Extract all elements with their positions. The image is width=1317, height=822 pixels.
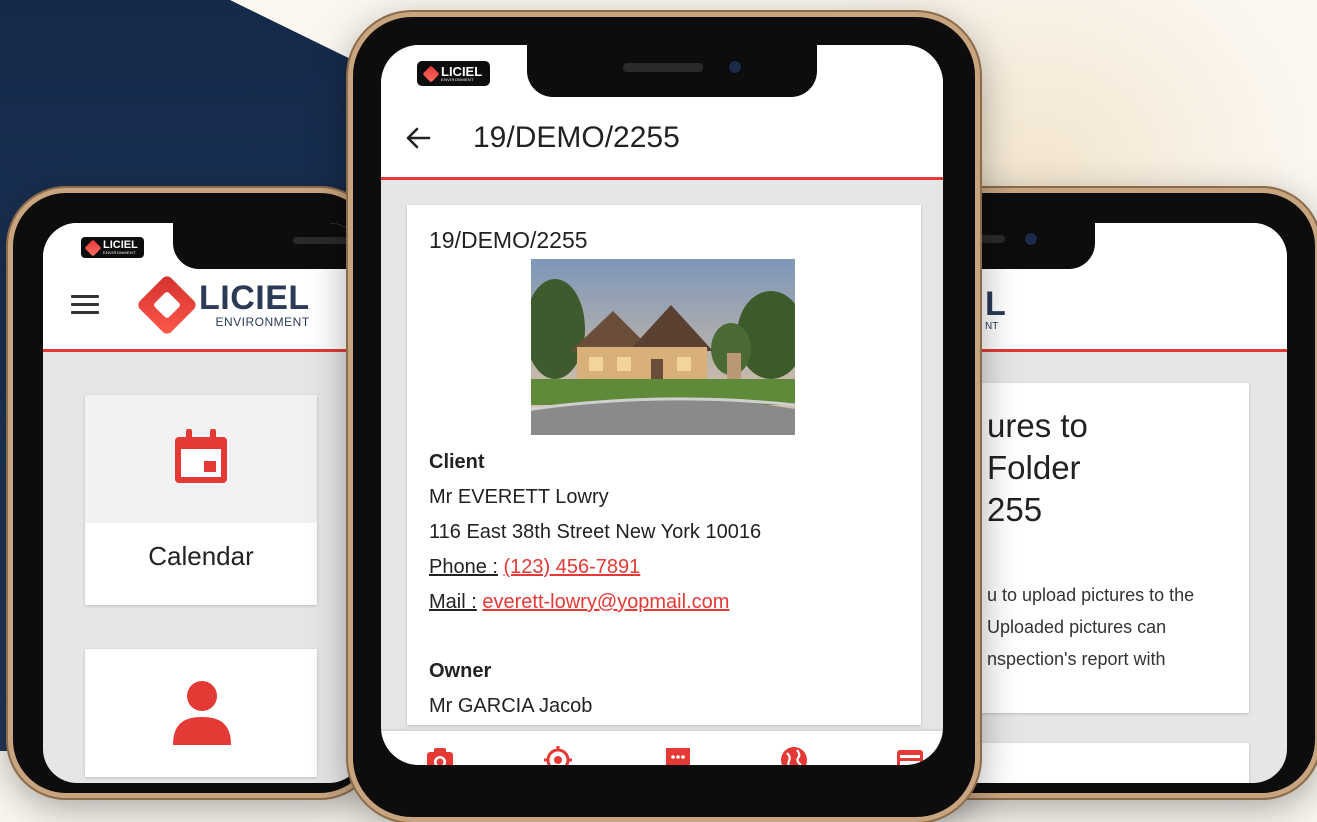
upload-heading-line-1: ures to	[987, 407, 1088, 444]
center-camera	[727, 59, 743, 75]
globe-icon[interactable]	[779, 745, 809, 765]
center-mini-logo-gem	[422, 65, 440, 82]
phone-label: Phone :	[429, 556, 498, 578]
client-heading: Client	[429, 451, 485, 473]
camera-icon[interactable]	[425, 745, 455, 765]
person-tile-top	[85, 649, 317, 777]
upload-heading-line-3: 255	[987, 491, 1043, 528]
upload-description: u to upload pictures to the Uploaded pic…	[987, 579, 1237, 675]
center-screen: LICIEL ENVIRONMENT 19/DEMO/2255 19/DEMO/…	[381, 45, 943, 765]
phone-link[interactable]: (123) 456-7891	[504, 556, 641, 578]
upload-heading: ures to Folder 255	[987, 405, 1088, 531]
liciel-logo-sub: ENVIRONMENT	[215, 315, 310, 329]
right-camera	[1023, 231, 1039, 247]
app-title: 19/DEMO/2255	[473, 121, 680, 154]
calendar-tile-top	[85, 395, 317, 523]
calendar-icon	[175, 429, 227, 483]
owner-name: Mr GARCIA Jacob	[429, 695, 593, 717]
center-mini-logo: LICIEL ENVIRONMENT	[417, 61, 491, 86]
left-top-bar: LICIEL ENVIRONMENT	[43, 269, 363, 352]
center-app-bar: 19/DEMO/2255	[381, 97, 943, 180]
client-name: Mr EVERETT Lowry	[429, 486, 609, 508]
chat-icon[interactable]	[663, 745, 693, 765]
left-screen: LICIEL ENVIRONMENT LICIEL ENVIRONMENT Ca…	[43, 223, 363, 783]
card-icon[interactable]	[895, 745, 925, 765]
upload-info-card: ures to Folder 255 u to upload pictures …	[973, 383, 1249, 713]
liciel-logo: LICIEL ENVIRONMENT	[135, 273, 310, 337]
owner-heading: Owner	[429, 660, 492, 682]
center-speaker	[623, 63, 703, 72]
next-card	[973, 743, 1249, 783]
liciel-logo-word: LICIEL	[199, 279, 310, 317]
calendar-tile-label: Calendar	[148, 541, 254, 571]
folder-card: 19/DEMO/2255 Client Mr EVERETT Lowry 116…	[407, 205, 921, 725]
calendar-tile[interactable]: Calendar	[85, 395, 317, 605]
left-notch	[173, 223, 363, 269]
back-arrow-icon[interactable]	[403, 123, 433, 159]
person-icon	[173, 681, 231, 745]
phone-center: LICIEL ENVIRONMENT 19/DEMO/2255 19/DEMO/…	[348, 12, 980, 822]
mini-logo-sub: ENVIRONMENT	[103, 250, 136, 255]
upload-description-line-3: nspection's report with	[987, 649, 1166, 669]
left-mini-logo: LICIEL ENVIRONMENT	[81, 237, 144, 258]
client-info: Client Mr EVERETT Lowry 116 East 38th St…	[429, 445, 909, 724]
phone-left: LICIEL ENVIRONMENT LICIEL ENVIRONMENT Ca…	[8, 188, 378, 798]
person-tile[interactable]	[85, 649, 317, 777]
mail-link[interactable]: everett-lowry@yopmail.com	[482, 591, 729, 613]
bottom-navigation	[381, 731, 943, 765]
liciel-logo-gem	[135, 273, 199, 337]
right-logo-sub-fragment: NT	[985, 321, 999, 332]
client-phone-row: Phone : (123) 456-7891	[429, 550, 909, 585]
client-address: 116 East 38th Street New York 10016	[429, 521, 762, 543]
house-photo	[531, 259, 795, 435]
left-speaker	[293, 237, 353, 244]
right-logo-fragment: L	[985, 285, 1006, 323]
upload-description-line-2: Uploaded pictures can	[987, 617, 1167, 637]
mail-label: Mail :	[429, 591, 477, 613]
target-icon[interactable]	[543, 745, 573, 765]
upload-heading-line-2: Folder	[987, 449, 1081, 486]
hamburger-menu-icon[interactable]	[71, 295, 99, 315]
upload-description-line-1: u to upload pictures to the	[987, 585, 1195, 605]
center-notch	[527, 45, 817, 97]
client-mail-row: Mail : everett-lowry@yopmail.com	[429, 585, 909, 620]
folder-number: 19/DEMO/2255	[429, 227, 588, 253]
mini-logo-gem	[84, 239, 102, 256]
